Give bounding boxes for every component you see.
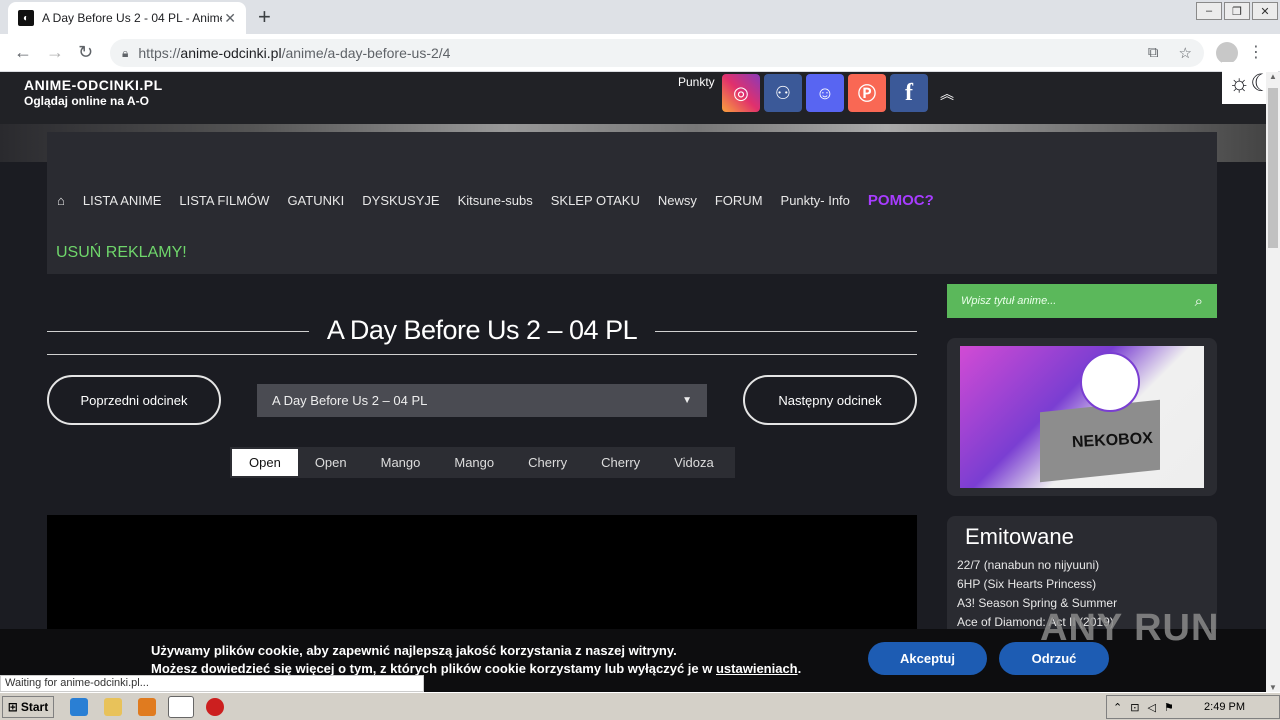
main-nav: ⌂ LISTA ANIME LISTA FILMÓW GATUNKI DYSKU… <box>47 132 1217 274</box>
anime-search[interactable]: Wpisz tytuł anime... ⌕ <box>947 284 1217 318</box>
patreon-icon[interactable]: Ⓟ <box>848 74 886 112</box>
clock: 2:49 PM <box>1204 701 1245 713</box>
discord-icon[interactable]: ☺ <box>806 74 844 112</box>
folder-icon[interactable] <box>104 698 122 716</box>
browser-tabstrip: ◐ A Day Before Us 2 - 04 PL - Anime-O ✕ … <box>0 0 1280 34</box>
next-episode-button[interactable]: Następny odcinek <box>743 375 917 425</box>
nav-links: ⌂ LISTA ANIME LISTA FILMÓW GATUNKI DYSKU… <box>57 192 934 209</box>
scroll-up-icon[interactable]: ▲ <box>1269 72 1277 81</box>
group-icon[interactable]: ⚇ <box>764 74 802 112</box>
window-controls: – ❐ ✕ <box>1196 0 1280 20</box>
browser-toolbar: ← → ↻ 🔒︎ https://anime-odcinki.pl/anime/… <box>0 34 1280 72</box>
social-links: ◎ ⚇ ☺ Ⓟ f <box>722 74 928 112</box>
page-scrollbar[interactable]: ▲ ▼ <box>1266 72 1280 692</box>
tray-expand-icon[interactable]: ⌃ <box>1113 701 1122 714</box>
search-icon[interactable]: ⌕ <box>1195 293 1203 310</box>
episode-title-row: A Day Before Us 2 – 04 PL <box>47 312 917 352</box>
scrollbar-thumb[interactable] <box>1268 88 1278 248</box>
prev-episode-button[interactable]: Poprzedni odcinek <box>47 375 221 425</box>
nav-pomoc[interactable]: POMOC? <box>868 192 934 209</box>
back-icon[interactable]: ← <box>14 42 32 63</box>
tab-title: A Day Before Us 2 - 04 PL - Anime-O <box>42 11 222 25</box>
nav-sklep-otaku[interactable]: SKLEP OTAKU <box>551 193 640 208</box>
windows-taskbar: ⊞ Start ⌃ ⊡ ◁ ⚑ 2:49 PM <box>0 692 1280 720</box>
browser-status-bar: Waiting for anime-odcinki.pl... <box>0 675 424 692</box>
aired-title: Emitowane <box>965 524 1074 549</box>
nekobox-image[interactable]: NEKOBOX <box>960 346 1204 488</box>
player-tab-cherry-1[interactable]: Cherry <box>511 449 584 476</box>
chrome-taskbar-icon[interactable] <box>168 696 194 718</box>
title-underline <box>47 354 917 355</box>
network-icon[interactable]: ⊡ <box>1130 701 1139 714</box>
browser-tab[interactable]: ◐ A Day Before Us 2 - 04 PL - Anime-O ✕ <box>8 2 246 34</box>
caret-down-icon: ▼ <box>682 395 692 406</box>
cookie-settings-link[interactable]: ustawieniach <box>716 661 798 676</box>
nav-gatunki[interactable]: GATUNKI <box>287 193 344 208</box>
list-item[interactable]: 6HP (Six Hearts Princess) <box>957 575 1117 594</box>
page-title: A Day Before Us 2 – 04 PL <box>326 315 638 345</box>
search-input[interactable]: Wpisz tytuł anime... <box>961 295 1056 307</box>
start-button[interactable]: ⊞ Start <box>2 696 54 718</box>
nav-lista-anime[interactable]: LISTA ANIME <box>83 193 162 208</box>
site-header: ANIME-ODCINKI.PL Oglądaj online na A-O P… <box>0 72 1266 124</box>
site-tagline: Oglądaj online na A-O <box>24 94 149 108</box>
episode-select-value: A Day Before Us 2 – 04 PL <box>272 393 428 408</box>
close-tab-icon[interactable]: ✕ <box>224 10 236 27</box>
windows-logo-icon: ⊞ <box>7 700 18 714</box>
minimize-icon[interactable]: – <box>1196 2 1222 20</box>
system-tray: ⌃ ⊡ ◁ ⚑ 2:49 PM <box>1106 695 1280 719</box>
ie-icon[interactable] <box>70 698 88 716</box>
nav-lista-filmow[interactable]: LISTA FILMÓW <box>179 193 269 208</box>
close-window-icon[interactable]: ✕ <box>1252 2 1278 20</box>
new-tab-icon[interactable]: + <box>258 5 271 29</box>
list-item[interactable]: 22/7 (nanabun no nijyuuni) <box>957 556 1117 575</box>
media-player-icon[interactable] <box>138 698 156 716</box>
bookmark-star-icon[interactable]: ☆ <box>1179 44 1192 62</box>
player-tab-open-2[interactable]: Open <box>298 449 364 476</box>
reload-icon[interactable]: ↻ <box>78 42 93 63</box>
promo-cat-shape <box>1080 352 1140 412</box>
address-bar[interactable]: 🔒︎ https://anime-odcinki.pl/anime/a-day-… <box>110 39 1204 67</box>
url-text: https://anime-odcinki.pl/anime/a-day-bef… <box>138 45 451 61</box>
player-tabs: Open Open Mango Mango Cherry Cherry Vido… <box>230 447 735 478</box>
forward-icon[interactable]: → <box>46 42 64 63</box>
facebook-icon[interactable]: f <box>890 74 928 112</box>
remove-ads-link[interactable]: USUŃ REKLAMY! <box>56 244 187 262</box>
player-tab-cherry-2[interactable]: Cherry <box>584 449 657 476</box>
player-tab-open-1[interactable]: Open <box>232 449 298 476</box>
menu-kebab-icon[interactable]: ⋮ <box>1248 42 1264 62</box>
home-icon[interactable]: ⌂ <box>57 193 65 208</box>
accept-cookies-button[interactable]: Akceptuj <box>868 642 987 675</box>
profile-avatar-icon[interactable] <box>1216 42 1238 64</box>
points-label: Punkty <box>678 75 715 89</box>
cookie-text: Używamy plików cookie, aby zapewnić najl… <box>151 642 801 678</box>
nav-newsy[interactable]: Newsy <box>658 193 697 208</box>
player-tab-mango-1[interactable]: Mango <box>364 449 438 476</box>
anyrun-watermark: ANY RUN <box>1040 607 1220 649</box>
translate-icon[interactable]: ⧉ <box>1148 44 1159 62</box>
nav-dyskusyje[interactable]: DYSKUSYJE <box>362 193 439 208</box>
cookie-line-1: Używamy plików cookie, aby zapewnić najl… <box>151 643 677 658</box>
site-name[interactable]: ANIME-ODCINKI.PL <box>24 77 163 93</box>
site-favicon-icon: ◐ <box>18 10 34 26</box>
volume-icon[interactable]: ◁ <box>1147 701 1155 714</box>
collapse-up-icon[interactable]: ︽ <box>940 84 954 104</box>
restore-icon[interactable]: ❐ <box>1224 2 1250 20</box>
lock-icon[interactable]: 🔒︎ <box>122 46 128 61</box>
nav-kitsune-subs[interactable]: Kitsune-subs <box>458 193 533 208</box>
nav-forum[interactable]: FORUM <box>715 193 763 208</box>
flag-icon[interactable]: ⚑ <box>1164 701 1174 714</box>
player-tab-mango-2[interactable]: Mango <box>437 449 511 476</box>
nav-punkty-info[interactable]: Punkty- Info <box>781 193 850 208</box>
web-page: ANIME-ODCINKI.PL Oglądaj online na A-O P… <box>0 72 1266 692</box>
scroll-down-icon[interactable]: ▼ <box>1269 683 1277 692</box>
opera-icon[interactable] <box>206 698 224 716</box>
nekobox-promo[interactable]: NEKOBOX <box>947 338 1217 496</box>
episode-select[interactable]: A Day Before Us 2 – 04 PL ▼ <box>257 384 707 417</box>
player-tab-vidoza[interactable]: Vidoza <box>657 449 731 476</box>
instagram-icon[interactable]: ◎ <box>722 74 760 112</box>
